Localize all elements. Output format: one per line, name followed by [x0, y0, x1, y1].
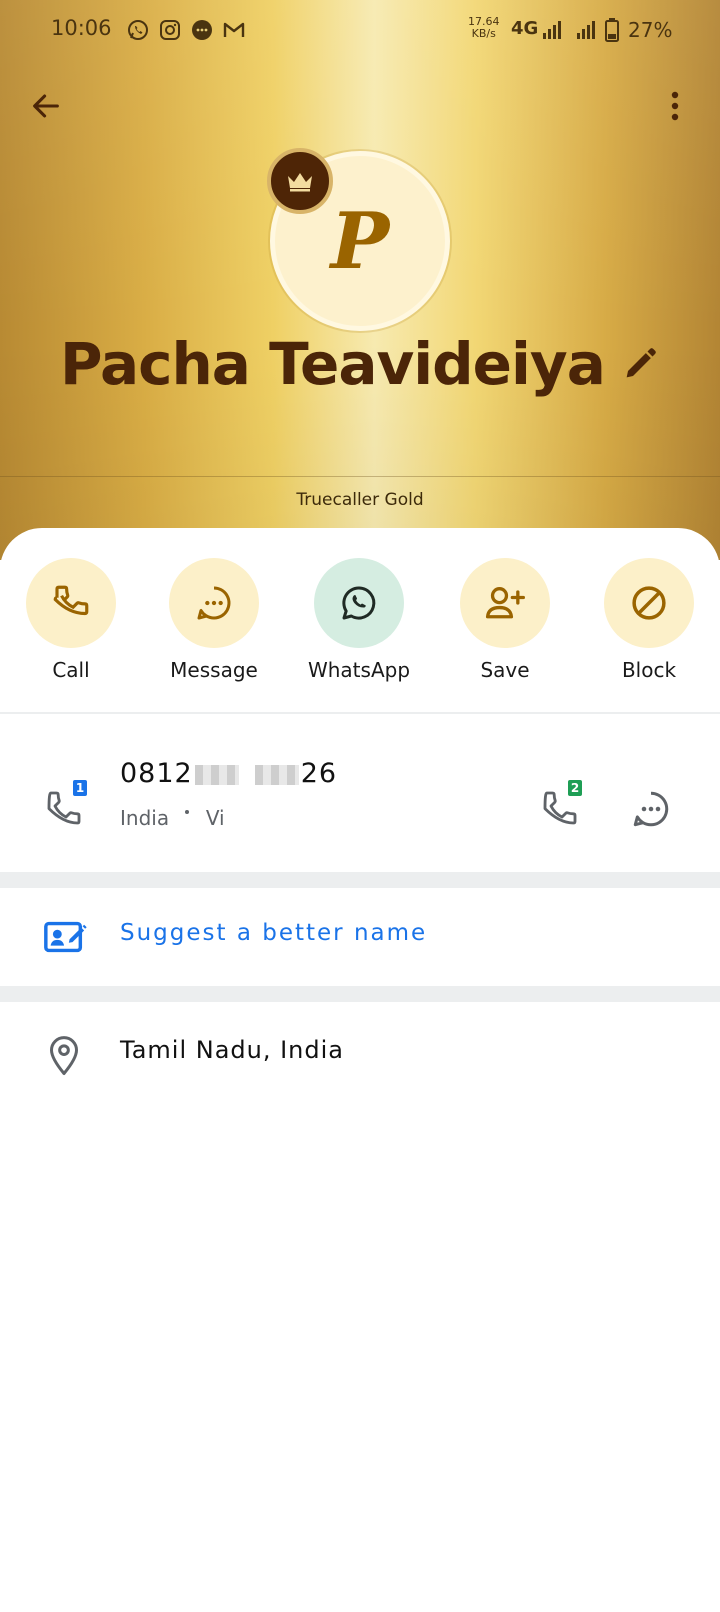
chat-notification-icon	[190, 18, 214, 42]
arrow-back-icon	[33, 94, 59, 118]
block-label: Block	[621, 658, 677, 682]
separator-dot	[185, 810, 190, 814]
phone-number: 0812 26	[120, 758, 337, 789]
whatsapp-notification-icon	[126, 18, 150, 42]
edit-contact-icon	[44, 921, 87, 953]
gold-crown-badge	[267, 148, 333, 214]
status-time: 10:06	[51, 16, 112, 40]
avatar-letter: P	[330, 195, 390, 287]
save-action-circle[interactable]	[460, 558, 550, 648]
message-action[interactable]: Message	[154, 558, 274, 682]
section-divider	[0, 872, 720, 888]
contact-name: Pacha Teavideiya	[60, 330, 606, 398]
message-action-circle[interactable]	[169, 558, 259, 648]
redacted-digits	[194, 764, 239, 785]
add-person-icon	[485, 587, 525, 619]
sim2-badge: 2	[568, 780, 582, 796]
carrier-country: India	[120, 806, 170, 830]
sim1-badge: 1	[73, 780, 87, 796]
phone-number-suffix: 26	[300, 758, 338, 789]
contact-name-row: Pacha Teavideiya	[0, 330, 720, 410]
whatsapp-action[interactable]: WhatsApp	[299, 558, 419, 682]
save-action[interactable]: Save	[445, 558, 565, 682]
suggest-name-row[interactable]: Suggest a better name	[0, 888, 720, 988]
crown-icon	[288, 173, 312, 192]
more-vert-icon	[671, 91, 679, 121]
location-row: Tamil Nadu, India	[0, 1002, 720, 1112]
whatsapp-label: WhatsApp	[307, 658, 411, 682]
truecaller-gold-label: Truecaller Gold	[296, 490, 424, 510]
call-action-circle[interactable]	[26, 558, 116, 648]
network-type: 4G	[511, 18, 539, 39]
block-icon	[632, 586, 666, 620]
battery-percent: 27%	[628, 18, 673, 42]
redacted-digits	[254, 764, 299, 785]
carrier-info: India Vi	[120, 806, 225, 830]
divider	[0, 712, 720, 714]
location-pin-icon	[50, 1036, 78, 1075]
message-label: Message	[170, 658, 258, 682]
status-bar: 10:06 17.64 KB/s 4G 27%	[0, 0, 720, 60]
battery-icon	[604, 18, 628, 42]
call-label: Call	[52, 658, 90, 682]
carrier-name: Vi	[205, 806, 225, 830]
whatsapp-action-circle[interactable]	[314, 558, 404, 648]
back-button[interactable]	[22, 82, 70, 130]
save-label: Save	[480, 658, 530, 682]
header-divider	[0, 476, 720, 477]
phone-number-prefix: 0812	[120, 758, 193, 789]
edit-pencil-icon[interactable]	[620, 344, 660, 384]
block-action[interactable]: Block	[589, 558, 709, 682]
sms-icon[interactable]	[630, 788, 672, 830]
network-speed-unit: KB/s	[471, 27, 496, 40]
whatsapp-icon	[342, 586, 376, 620]
message-icon	[197, 586, 231, 620]
signal-icon	[540, 18, 564, 42]
block-action-circle[interactable]	[604, 558, 694, 648]
phone-number-row[interactable]: 1 0812 26 India Vi 2	[0, 728, 720, 878]
location-text: Tamil Nadu, India	[120, 1036, 344, 1064]
phone-icon	[53, 585, 89, 616]
section-divider	[0, 986, 720, 1002]
call-action[interactable]: Call	[11, 558, 131, 682]
signal-icon-2	[574, 18, 598, 42]
gmail-notification-icon	[222, 18, 246, 42]
suggest-better-name-link[interactable]: Suggest a better name	[120, 920, 427, 946]
action-bar: Call Message WhatsApp Save Block	[0, 558, 720, 698]
instagram-notification-icon	[158, 18, 182, 42]
network-speed: 17.64 KB/s	[468, 16, 500, 40]
more-options-button[interactable]	[651, 82, 699, 130]
details-sheet: Call Message WhatsApp Save Block 1 0812 …	[0, 528, 720, 1612]
